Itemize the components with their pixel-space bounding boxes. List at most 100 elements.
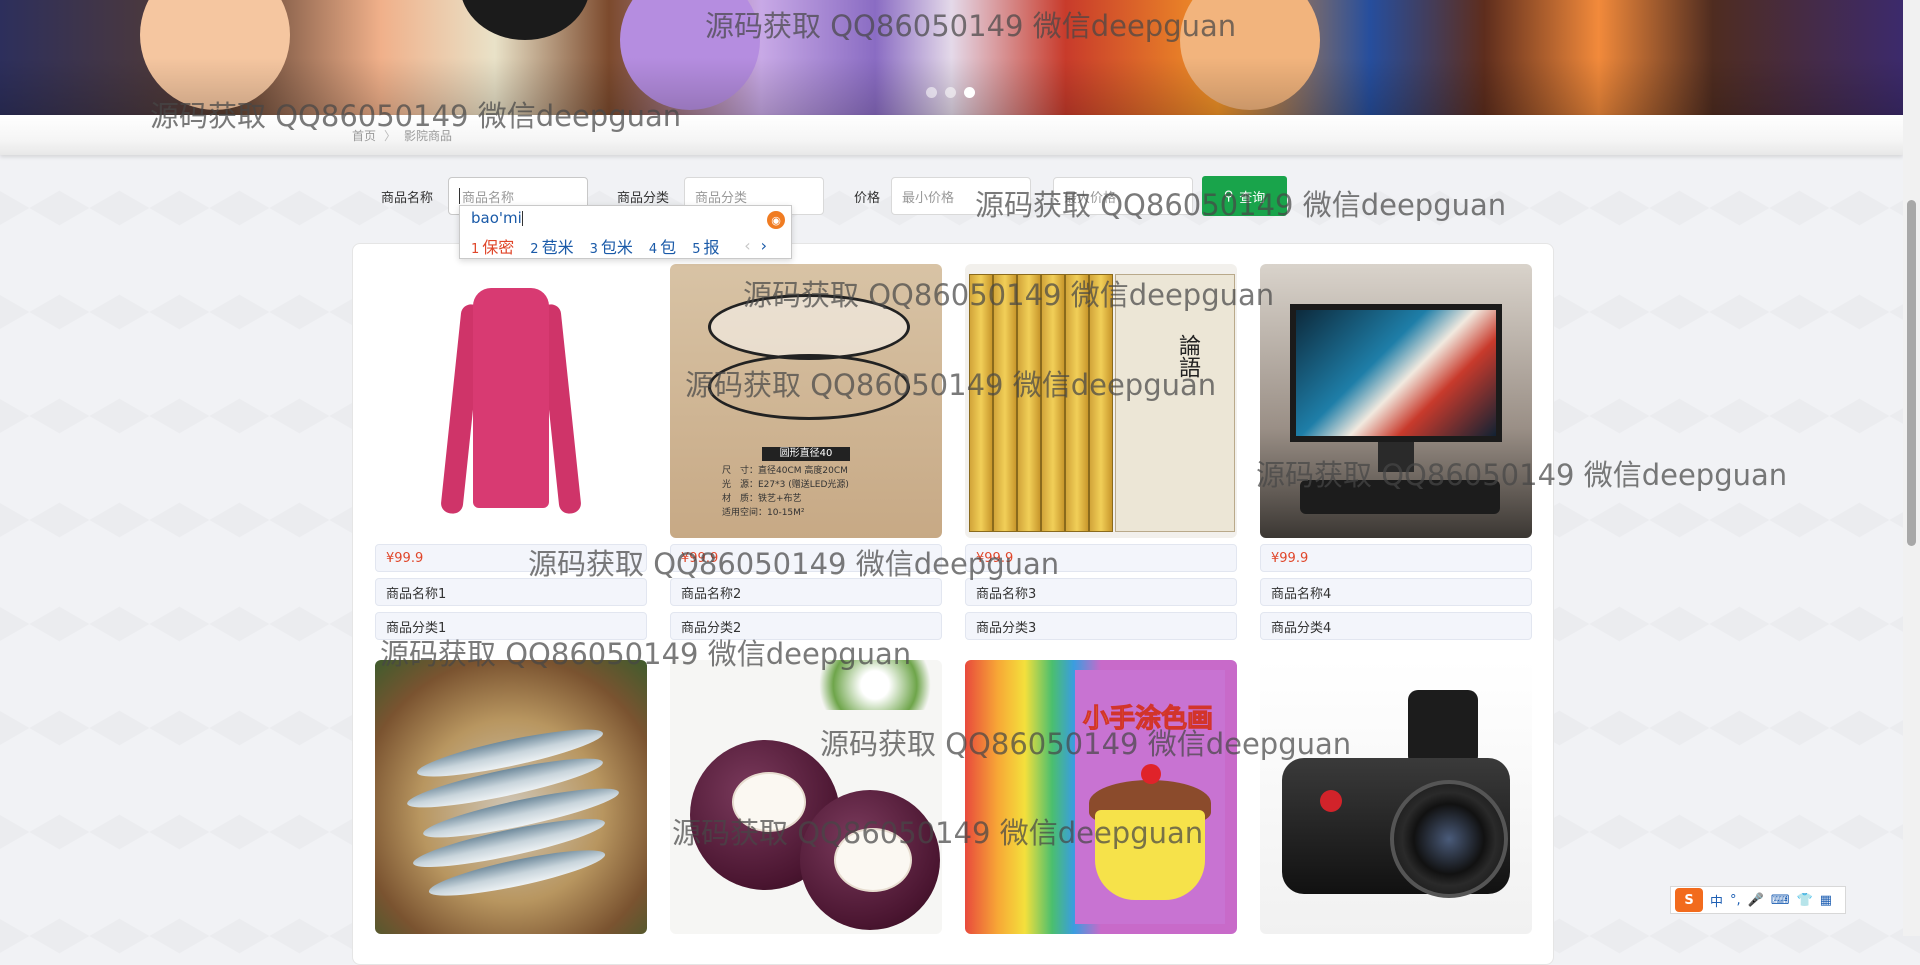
ime-candidate[interactable]: 3 包米 — [590, 234, 633, 258]
breadcrumb-separator: 〉 — [384, 129, 397, 143]
product-category: 商品分类1 — [375, 612, 647, 640]
ime-candidate[interactable]: 2 苞米 — [530, 234, 573, 258]
product-price: ¥99.9 — [1260, 544, 1532, 572]
ime-candidate-popup[interactable]: bao'mi ◉ 1 保密 2 苞米 3 包米 4包 5报 ‹ › — [459, 205, 792, 259]
product-card[interactable]: ¥99.9 商品名称4 商品分类4 — [1260, 264, 1532, 640]
camera-viewfinder — [1408, 690, 1478, 766]
ime-candidate[interactable]: 5报 — [692, 234, 719, 258]
mangosteen-flesh — [834, 828, 912, 892]
ime-candidate-number: 2 — [530, 242, 539, 257]
ime-toolbar[interactable]: S 中 °, 🎤 ⌨ 👕 ▦ — [1670, 886, 1846, 914]
product-card[interactable]: 論語 ¥99.9 商品名称3 商品分类3 — [965, 264, 1237, 640]
carousel-dot-active[interactable] — [964, 87, 975, 98]
ime-logo-icon: ◉ — [767, 211, 785, 229]
lamp-caption-line: 光 源：E27*3 (赠送LED光源) — [722, 480, 849, 490]
product-image-camera[interactable] — [1260, 660, 1532, 934]
scrollbar-thumb[interactable] — [1907, 200, 1916, 546]
book-cover — [1115, 274, 1235, 532]
ime-candidate[interactable]: 1 保密 — [471, 234, 514, 258]
lamp-caption-line: 尺 寸：直径40CM 高度20CM — [722, 466, 848, 476]
keyboard-icon[interactable]: ⌨ — [1771, 893, 1790, 908]
carousel-dot[interactable] — [945, 87, 956, 98]
product-name: 商品名称4 — [1260, 578, 1532, 606]
lamp-ring — [708, 354, 910, 420]
product-card[interactable] — [375, 660, 647, 934]
breadcrumb-home[interactable]: 首页 — [352, 127, 376, 144]
cupcake — [1095, 810, 1205, 900]
ime-next-page-icon[interactable]: › — [761, 236, 767, 255]
ime-composition-text: bao'mi — [471, 209, 522, 227]
ime-candidate-number: 4 — [648, 242, 658, 257]
min-price-placeholder: 最小价格 — [902, 190, 955, 206]
product-list-panel: ¥99.9 商品名称1 商品分类1 圆形直径40 尺 寸：直径40CM 高度20… — [352, 243, 1554, 965]
ime-candidate-number: 1 — [471, 242, 480, 257]
ime-candidate-text: 包 — [660, 238, 677, 257]
breadcrumb: 首页 〉 影院商品 — [352, 127, 452, 144]
category-label: 商品分类 — [617, 191, 670, 206]
product-name: 商品名称3 — [965, 578, 1237, 606]
lamp-caption-title: 圆形直径40 — [762, 447, 850, 461]
product-image-pink-sweater[interactable] — [375, 264, 647, 538]
carousel-dots — [926, 87, 975, 98]
hero-banner-carousel[interactable] — [0, 0, 1903, 115]
book-spine — [969, 274, 993, 532]
ime-page-arrows: ‹ › — [744, 236, 767, 255]
skin-icon[interactable]: 👕 — [1797, 893, 1813, 908]
ime-candidate-text: 报 — [703, 238, 720, 257]
ime-candidate-number: 5 — [692, 242, 701, 257]
lamp-caption-line: 适用空间：10-15M² — [722, 508, 805, 518]
book-spine — [993, 274, 1017, 532]
nav-bar — [0, 115, 1903, 155]
sogou-logo-icon[interactable]: S — [1675, 888, 1703, 912]
product-image-desktop-computer[interactable] — [1260, 264, 1532, 538]
flowers — [810, 660, 940, 710]
max-price-placeholder: 最大价格 — [1064, 190, 1117, 206]
product-price: ¥99.9 — [670, 544, 942, 572]
ime-candidate-list: 1 保密 2 苞米 3 包米 4包 5报 — [471, 234, 719, 258]
mangosteen-flesh — [732, 772, 806, 832]
product-image-book-set[interactable]: 論語 — [965, 264, 1237, 538]
ime-prev-page-icon[interactable]: ‹ — [744, 236, 750, 255]
book-spine — [1017, 274, 1041, 532]
ime-candidate[interactable]: 4包 — [649, 234, 676, 258]
monitor-stand — [1378, 442, 1414, 472]
product-image-coloring-books[interactable]: 小手涂色画 — [965, 660, 1237, 934]
category-placeholder: 商品分类 — [695, 190, 748, 206]
product-image-mangosteen[interactable] — [670, 660, 942, 934]
search-button[interactable]: ⚲ 查询 — [1202, 176, 1287, 216]
product-card[interactable]: ¥99.9 商品名称1 商品分类1 — [375, 264, 647, 640]
sweater-body — [473, 288, 549, 508]
product-card[interactable] — [670, 660, 942, 934]
product-card[interactable]: 小手涂色画 — [965, 660, 1237, 934]
ime-mode-icon[interactable]: 中 — [1710, 891, 1723, 910]
name-placeholder: 商品名称 — [462, 190, 515, 206]
product-card[interactable]: 圆形直径40 尺 寸：直径40CM 高度20CM 光 源：E27*3 (赠送LE… — [670, 264, 942, 640]
product-card[interactable] — [1260, 660, 1532, 934]
product-price: ¥99.9 — [375, 544, 647, 572]
search-icon: ⚲ — [1223, 188, 1234, 204]
product-image-fish-basket[interactable] — [375, 660, 647, 934]
lamp-ring — [708, 294, 910, 360]
book-spine — [1065, 274, 1089, 532]
punctuation-icon[interactable]: °, — [1730, 893, 1741, 908]
product-name: 商品名称1 — [375, 578, 647, 606]
lamp-caption-line: 材 质：铁艺+布艺 — [722, 494, 802, 504]
breadcrumb-current: 影院商品 — [404, 129, 453, 143]
toolbox-icon[interactable]: ▦ — [1820, 893, 1832, 908]
cherry — [1141, 764, 1161, 784]
ime-candidate-number: 3 — [589, 242, 598, 257]
name-label: 商品名称 — [381, 191, 434, 206]
microphone-icon[interactable]: 🎤 — [1748, 893, 1764, 908]
lamp-caption-lines: 尺 寸：直径40CM 高度20CM 光 源：E27*3 (赠送LED光源) 材 … — [722, 464, 849, 520]
product-category: 商品分类4 — [1260, 612, 1532, 640]
product-price: ¥99.9 — [965, 544, 1237, 572]
max-price-input[interactable]: 最大价格 — [1053, 177, 1193, 215]
carousel-dot[interactable] — [926, 87, 937, 98]
product-category: 商品分类2 — [670, 612, 942, 640]
product-image-ceiling-lamp[interactable]: 圆形直径40 尺 寸：直径40CM 高度20CM 光 源：E27*3 (赠送LE… — [670, 264, 942, 538]
min-price-input[interactable]: 最小价格 — [891, 177, 1031, 215]
monitor-screen — [1290, 304, 1502, 442]
price-label: 价格 — [854, 191, 881, 206]
camera-brand-dot — [1320, 790, 1342, 812]
product-name: 商品名称2 — [670, 578, 942, 606]
